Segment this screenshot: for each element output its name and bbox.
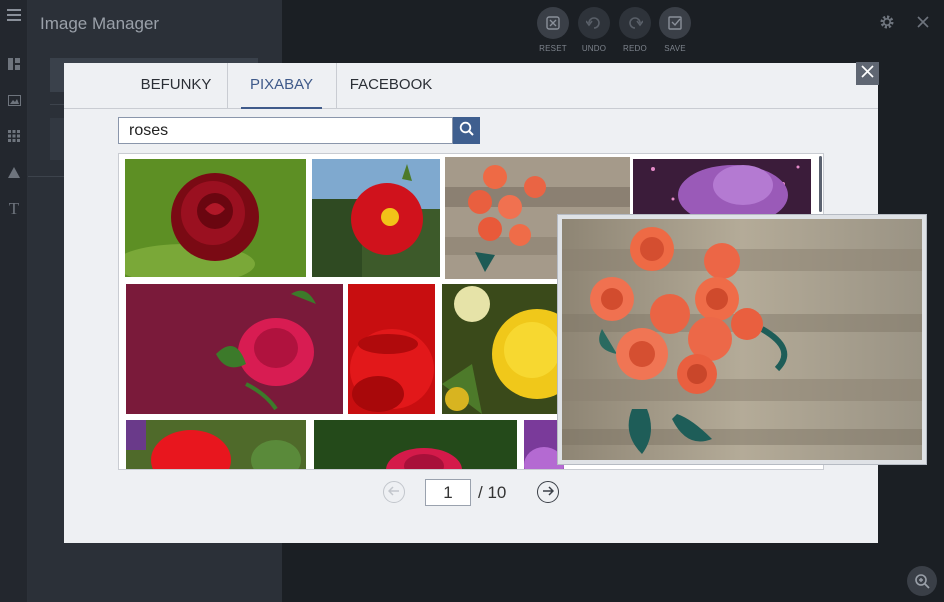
menu-icon[interactable] [0, 8, 28, 24]
page-number-input[interactable] [425, 479, 471, 506]
shapes-icon[interactable] [0, 165, 28, 181]
arrow-left-icon [387, 483, 400, 501]
tab-facebook[interactable]: FACEBOOK [336, 63, 446, 109]
reset-button[interactable]: RESET [537, 7, 569, 53]
image-thumbnail[interactable] [125, 159, 306, 277]
search-input[interactable] [118, 117, 453, 144]
image-preview-popup [557, 214, 927, 465]
layout-icon[interactable] [0, 57, 28, 73]
grid-scrollbar[interactable] [819, 156, 822, 212]
search-icon [459, 121, 474, 141]
image-thumbnail[interactable] [314, 420, 517, 469]
zoom-in-icon[interactable] [907, 566, 937, 596]
save-label: SAVE [664, 44, 686, 53]
redo-label: REDO [623, 44, 647, 53]
close-icon[interactable] [913, 12, 933, 32]
prev-page-button[interactable] [383, 481, 405, 503]
redo-icon [619, 7, 651, 39]
tab-befunky[interactable]: BEFUNKY [126, 63, 226, 109]
image-thumbnail[interactable] [348, 284, 435, 414]
grid-icon[interactable] [0, 129, 28, 145]
undo-button[interactable]: UNDO [578, 7, 610, 53]
save-button[interactable]: SAVE [659, 7, 691, 53]
undo-label: UNDO [581, 44, 607, 53]
gear-icon[interactable] [877, 12, 897, 32]
page-total: / 10 [478, 483, 507, 502]
arrow-right-icon [542, 483, 555, 501]
undo-icon [578, 7, 610, 39]
save-icon [659, 7, 691, 39]
tool-rail: T [0, 0, 28, 602]
text-icon[interactable]: T [0, 199, 28, 219]
panel-title: Image Manager [40, 14, 160, 33]
search-button[interactable] [453, 117, 480, 144]
image-thumbnail[interactable] [633, 159, 811, 215]
modal-close-button[interactable] [856, 62, 879, 85]
source-tabs: BEFUNKY PIXABAY FACEBOOK [64, 63, 878, 109]
preview-image [562, 219, 922, 460]
tab-pixabay[interactable]: PIXABAY [227, 63, 336, 109]
close-icon [861, 64, 874, 83]
reset-icon [537, 7, 569, 39]
image-icon[interactable] [0, 93, 28, 109]
image-thumbnail[interactable] [126, 284, 343, 414]
reset-label: RESET [539, 44, 567, 53]
next-page-button[interactable] [537, 481, 559, 503]
redo-button[interactable]: REDO [619, 7, 651, 53]
image-thumbnail[interactable] [312, 159, 440, 277]
image-thumbnail[interactable] [442, 284, 560, 414]
image-thumbnail[interactable] [126, 420, 306, 469]
